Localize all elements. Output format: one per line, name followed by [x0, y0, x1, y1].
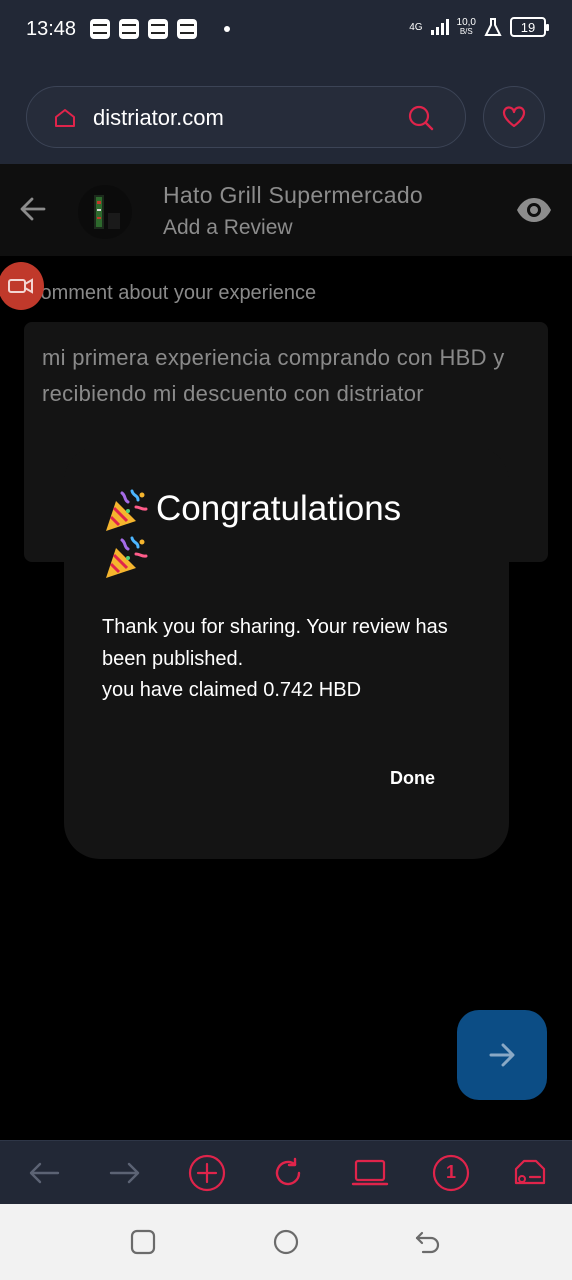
square-icon: [130, 1229, 156, 1255]
status-bar: 13:48 4G 10,0 B/S 19: [0, 0, 572, 58]
circle-icon: [273, 1229, 299, 1255]
party-popper-icon: [106, 536, 148, 578]
screen-recorder-bubble[interactable]: [0, 262, 44, 310]
tabs-button[interactable]: 1: [431, 1153, 471, 1193]
wallet-icon: [514, 1159, 546, 1185]
reload-icon: [275, 1157, 301, 1186]
laptop-icon: [351, 1159, 389, 1186]
toolbar-back-button[interactable]: [24, 1153, 64, 1193]
store-name: Hato Grill Supermercado: [163, 182, 424, 208]
system-back-button[interactable]: [414, 1228, 442, 1256]
status-indicators: 4G 10,0 B/S 19: [409, 17, 549, 37]
desktop-mode-button[interactable]: [350, 1153, 390, 1193]
heart-icon: [502, 106, 526, 128]
store-logo: [78, 185, 132, 239]
arrow-right-icon: [109, 1162, 140, 1184]
toolbar-forward-button[interactable]: [105, 1153, 145, 1193]
back-arrow-icon[interactable]: [16, 192, 50, 226]
browser-toolbar: 1: [0, 1140, 572, 1204]
comment-text[interactable]: mi primera experiencia comprando con HBD…: [42, 340, 530, 412]
home-button[interactable]: [272, 1228, 300, 1256]
notification-app-icon: [90, 19, 111, 39]
notification-app-icon: [177, 19, 198, 39]
reload-button[interactable]: [268, 1153, 308, 1193]
url-field[interactable]: distriator.com: [26, 86, 466, 148]
home-icon[interactable]: [53, 106, 77, 130]
lab-flask-icon: [484, 18, 502, 36]
arrow-left-icon: [29, 1162, 60, 1184]
url-text[interactable]: distriator.com: [93, 105, 224, 131]
back-icon: [415, 1231, 440, 1254]
congratulations-dialog: Congratulations Thank you for sharing. Y…: [64, 446, 509, 859]
page-subtitle: Add a Review: [163, 216, 293, 239]
notification-app-icon: [148, 19, 169, 39]
recents-button[interactable]: [129, 1228, 157, 1256]
network-speed: 10,0 B/S: [456, 17, 476, 37]
plus-circle-icon: [188, 1154, 226, 1192]
search-icon[interactable]: [407, 104, 435, 132]
signal-icon: [430, 19, 449, 35]
network-type: 4G: [409, 21, 423, 33]
new-tab-button[interactable]: [187, 1153, 227, 1193]
page-header: Hato Grill Supermercado Add a Review: [0, 164, 572, 256]
dialog-claim-line: you have claimed 0.742 HBD: [102, 679, 362, 701]
battery-icon: 19: [510, 17, 549, 37]
dialog-message: Thank you for sharing. Your review has b…: [102, 612, 482, 707]
comment-label: Comment about your experience: [26, 282, 317, 304]
more-notifications-dot: [224, 26, 231, 32]
dialog-message-line: Thank you for sharing. Your review has b…: [102, 616, 448, 670]
dialog-title: Congratulations: [102, 486, 482, 580]
browser-address-bar: distriator.com: [0, 58, 572, 164]
wallet-button[interactable]: [510, 1153, 550, 1193]
video-camera-icon: [8, 278, 33, 294]
done-button[interactable]: Done: [390, 768, 435, 789]
eye-icon[interactable]: [515, 195, 553, 225]
submit-next-button[interactable]: [457, 1010, 547, 1100]
dialog-title-text: Congratulations: [156, 489, 402, 528]
status-time: 13:48: [26, 17, 77, 40]
favorite-button[interactable]: [483, 86, 545, 148]
arrow-right-icon: [489, 1043, 515, 1067]
tab-count: 1: [445, 1162, 456, 1182]
notification-app-icon: [119, 19, 140, 39]
party-popper-icon: [106, 489, 148, 531]
system-navigation-bar: [0, 1204, 572, 1280]
